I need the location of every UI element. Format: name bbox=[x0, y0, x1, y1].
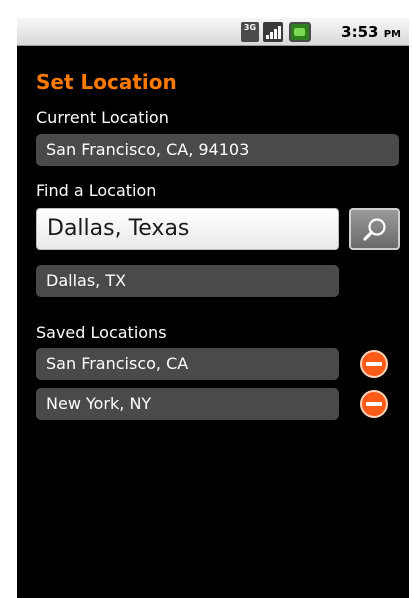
search-icon bbox=[363, 218, 386, 241]
search-suggestion[interactable]: Dallas, TX bbox=[36, 265, 339, 297]
remove-icon bbox=[360, 350, 388, 378]
saved-locations-label: Saved Locations bbox=[36, 323, 167, 342]
remove-location-button[interactable] bbox=[359, 389, 389, 419]
clock-time: 3:53 bbox=[341, 23, 379, 41]
signal-icon bbox=[263, 22, 283, 42]
network-type: 3G bbox=[243, 23, 257, 32]
remove-location-button[interactable] bbox=[359, 349, 389, 379]
battery-icon bbox=[289, 22, 311, 42]
signal-bar bbox=[278, 26, 281, 39]
current-location-label: Current Location bbox=[36, 108, 169, 127]
phone-screen: 3G 3:53 PM Set Location Current Location… bbox=[17, 18, 409, 598]
3g-icon: 3G bbox=[241, 22, 259, 42]
remove-icon bbox=[360, 390, 388, 418]
signal-bar bbox=[266, 35, 269, 39]
signal-bar bbox=[274, 29, 277, 39]
status-time: 3:53 PM bbox=[341, 23, 401, 41]
saved-location-item[interactable]: New York, NY bbox=[36, 388, 339, 420]
current-location-field: San Francisco, CA, 94103 bbox=[36, 134, 399, 166]
status-bar: 3G 3:53 PM bbox=[17, 18, 409, 46]
saved-location-item[interactable]: San Francisco, CA bbox=[36, 348, 339, 380]
search-input[interactable]: Dallas, Texas bbox=[36, 208, 339, 250]
page-title: Set Location bbox=[36, 70, 177, 94]
search-button[interactable] bbox=[349, 208, 400, 250]
find-location-label: Find a Location bbox=[36, 181, 157, 200]
clock-ampm: PM bbox=[383, 29, 401, 40]
signal-bar bbox=[270, 32, 273, 39]
